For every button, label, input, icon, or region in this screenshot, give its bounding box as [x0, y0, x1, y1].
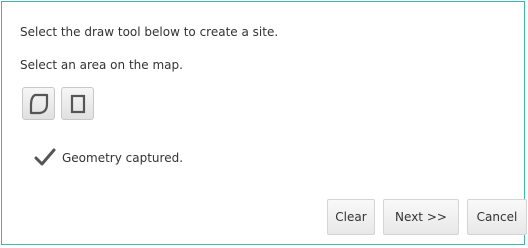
- create-site-panel: Select the draw tool below to create a s…: [1, 1, 527, 245]
- instruction-text-select-area: Select an area on the map.: [20, 58, 183, 72]
- status-text: Geometry captured.: [62, 151, 184, 165]
- cancel-button[interactable]: Cancel: [467, 199, 527, 235]
- instruction-text-draw-tool: Select the draw tool below to create a s…: [20, 25, 279, 39]
- polygon-icon: [29, 93, 48, 114]
- rectangle-tool-button[interactable]: [61, 87, 94, 120]
- polygon-tool-button[interactable]: [22, 87, 55, 120]
- checkmark-icon: [34, 148, 56, 166]
- next-button[interactable]: Next >>: [383, 199, 459, 235]
- rectangle-icon: [70, 94, 85, 113]
- clear-button[interactable]: Clear: [327, 199, 375, 235]
